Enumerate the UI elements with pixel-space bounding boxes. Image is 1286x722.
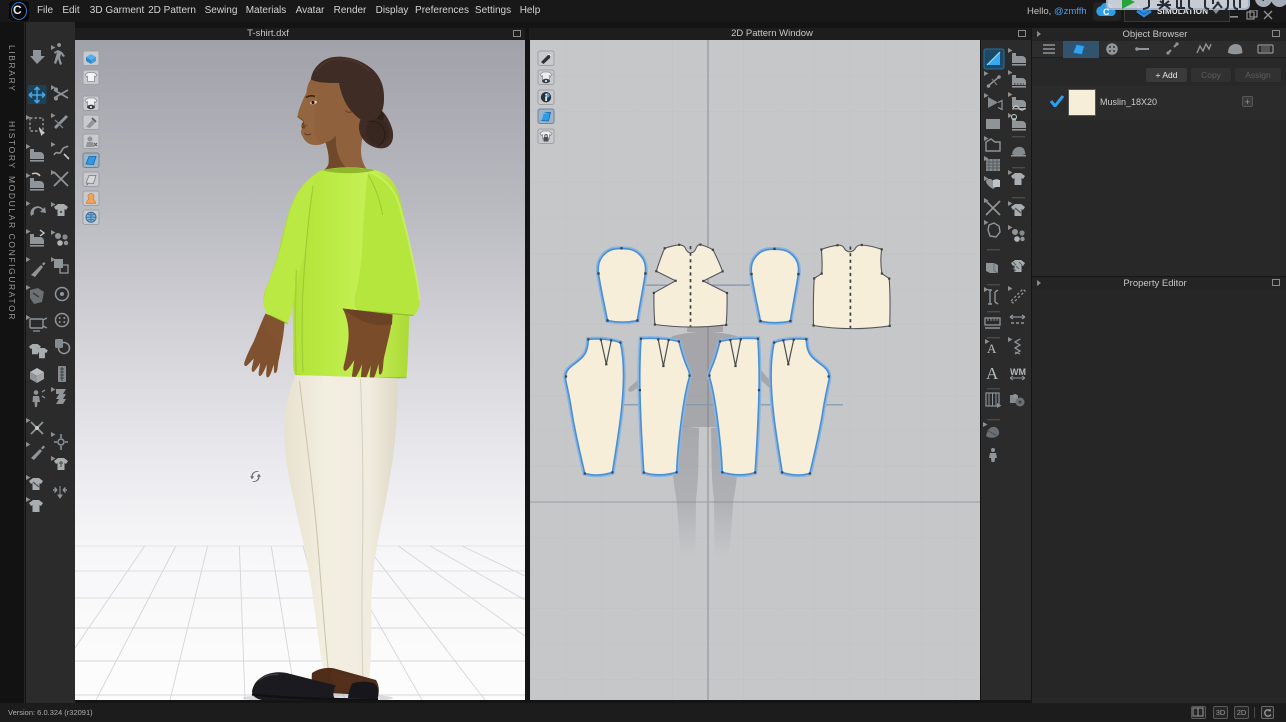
svg-text:A: A bbox=[986, 364, 999, 383]
svg-text:A: A bbox=[987, 341, 997, 356]
svg-text:WM: WM bbox=[1010, 367, 1026, 377]
